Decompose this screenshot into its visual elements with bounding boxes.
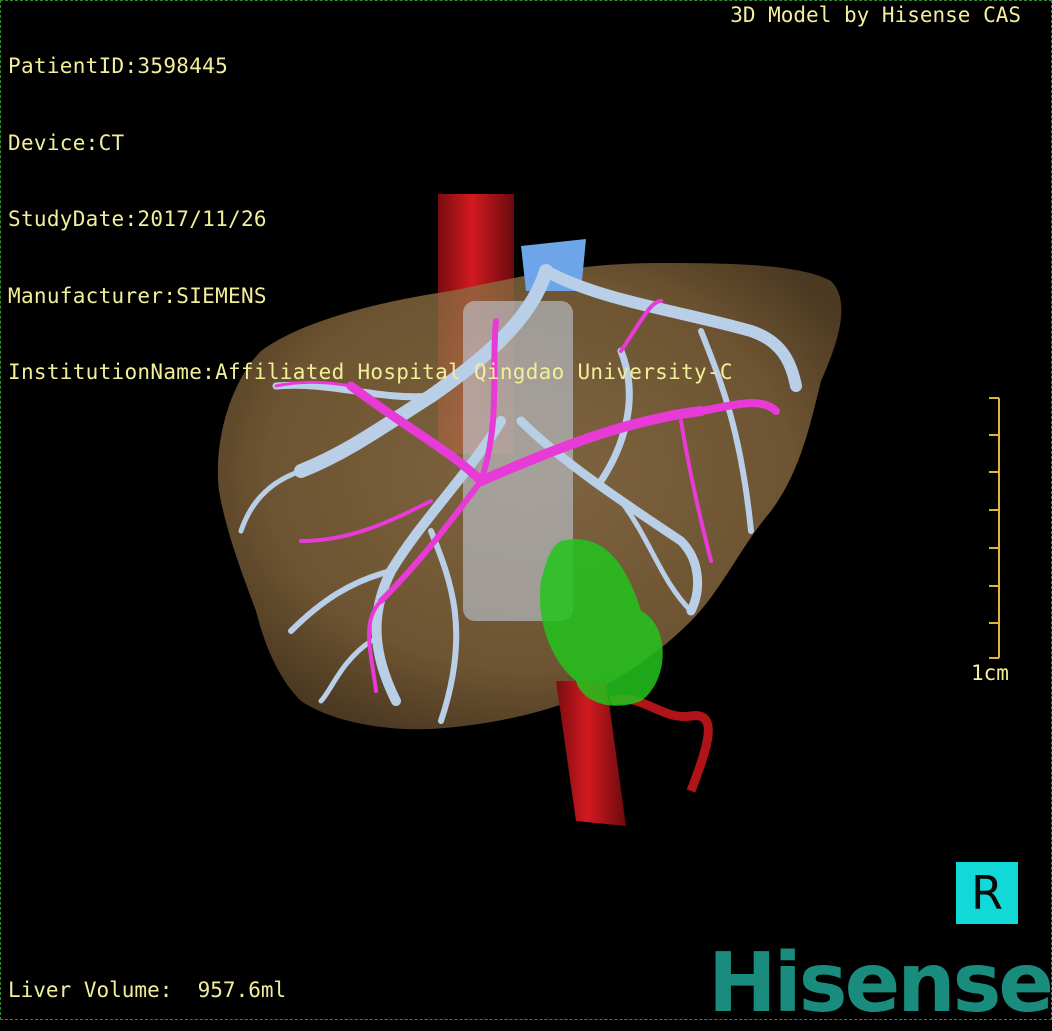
study-date: StudyDate:2017/11/26 bbox=[8, 207, 267, 231]
manufacturer: Manufacturer:SIEMENS bbox=[8, 283, 267, 308]
scale-label: 1cm bbox=[971, 661, 1009, 685]
dicom-info-overlay: PatientID:3598445 Device:CT StudyDate:20… bbox=[8, 3, 733, 437]
institution-name: InstitutionName:Affiliated Hospital Qing… bbox=[8, 360, 733, 384]
device: Device:CT bbox=[8, 130, 125, 155]
scale-bar bbox=[989, 397, 1000, 659]
splenic-artery bbox=[609, 694, 713, 793]
3d-viewport[interactable]: PatientID:3598445 Device:CT StudyDate:20… bbox=[0, 0, 1052, 1029]
liver-volume: Liver Volume: 957.6ml bbox=[8, 978, 287, 1002]
hisense-logo: Hisense bbox=[708, 936, 1052, 1031]
model-credit: 3D Model by Hisense CAS bbox=[730, 3, 1021, 27]
orientation-cube-icon[interactable]: R bbox=[956, 862, 1018, 924]
patient-id: PatientID:3598445 bbox=[8, 54, 229, 78]
